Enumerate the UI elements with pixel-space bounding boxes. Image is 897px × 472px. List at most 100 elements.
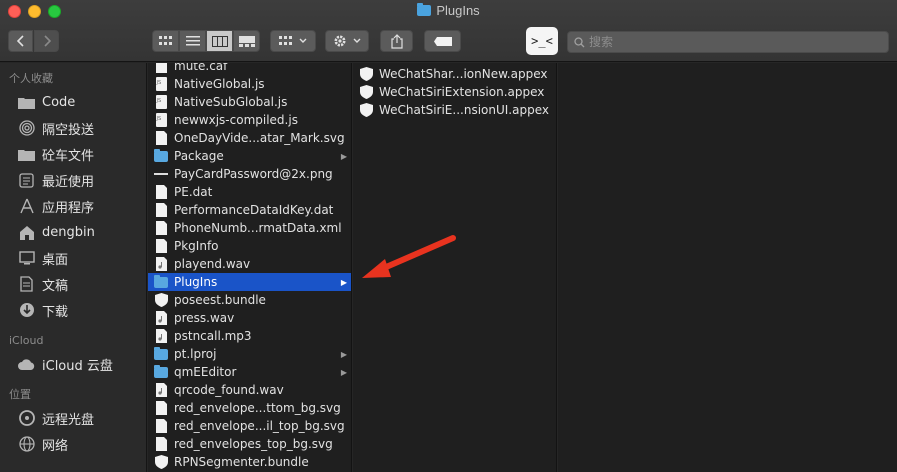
sidebar-item-label: 隔空投送 xyxy=(42,122,95,138)
sidebar-item-applications[interactable]: 应用程序 xyxy=(0,193,146,219)
columns-icon xyxy=(211,35,228,47)
group-by-button[interactable] xyxy=(270,30,316,52)
sidebar-section-title: 位置 xyxy=(9,388,31,401)
audio-file-icon xyxy=(154,329,168,344)
file-row[interactable]: Package ▶ xyxy=(148,147,351,165)
sidebar-item-documents[interactable]: 文稿 xyxy=(0,271,146,297)
terminal-label: >_< xyxy=(531,34,553,48)
search-input[interactable] xyxy=(589,35,869,49)
file-name: newwxjs-compiled.js xyxy=(174,113,298,127)
disclosure-arrow-icon: ▶ xyxy=(340,349,347,359)
documents-icon xyxy=(17,276,36,292)
sidebar: 个人收藏 Code 隔空投送 砼车文件 最近使用 应用程序 dengbin 桌面 xyxy=(0,63,147,472)
file-row[interactable]: playend.wav xyxy=(148,255,351,273)
disc-icon xyxy=(17,410,36,426)
grid-icon xyxy=(158,36,172,45)
sidebar-item-icloud-drive[interactable]: iCloud 云盘 xyxy=(0,351,146,377)
sidebar-item-downloads[interactable]: 下载 xyxy=(0,297,146,323)
window-title: PlugIns xyxy=(0,3,897,18)
file-row[interactable]: WeChatShar...ionNew.appex xyxy=(353,65,556,83)
forward-button[interactable] xyxy=(34,30,59,52)
file-row[interactable]: red_envelope...ttom_bg.svg xyxy=(148,399,351,417)
file-row[interactable]: red_envelopes_top_bg.svg xyxy=(148,435,351,453)
home-icon xyxy=(17,224,36,240)
file-row[interactable]: PerformanceDataIdKey.dat xyxy=(148,201,351,219)
sidebar-item-recents[interactable]: 最近使用 xyxy=(0,167,146,193)
bundle-icon xyxy=(154,455,168,470)
file-row[interactable]: poseest.bundle xyxy=(148,291,351,309)
file-name: mute.caf xyxy=(174,63,228,73)
gallery-view-button[interactable] xyxy=(233,30,260,52)
file-row[interactable]: PE.dat xyxy=(148,183,351,201)
document-icon xyxy=(154,239,168,254)
file-row[interactable]: pt.lproj ▶ xyxy=(148,345,351,363)
file-row[interactable]: red_envelope...il_top_bg.svg xyxy=(148,417,351,435)
file-row[interactable]: PlugIns ▶ xyxy=(148,273,351,291)
file-name: PhoneNumb...rmatData.xml xyxy=(174,221,342,235)
file-row[interactable]: PkgInfo xyxy=(148,237,351,255)
folder-icon xyxy=(154,274,168,290)
sidebar-item-home[interactable]: dengbin xyxy=(0,219,146,245)
folder-icon xyxy=(154,364,168,380)
file-row[interactable]: NativeSubGlobal.js xyxy=(148,93,351,111)
file-row[interactable]: newwxjs-compiled.js xyxy=(148,111,351,129)
file-row[interactable]: PhoneNumb...rmatData.xml xyxy=(148,219,351,237)
chevron-down-icon xyxy=(299,38,307,43)
file-row[interactable]: press.wav xyxy=(148,309,351,327)
file-list: mute.caf NativeGlobal.js NativeSubGlobal.j… xyxy=(148,63,351,471)
file-row[interactable]: PayCardPassword@2x.png xyxy=(148,165,351,183)
sidebar-item-desktop[interactable]: 桌面 xyxy=(0,245,146,271)
search-field[interactable] xyxy=(567,31,889,53)
annotation-arrow-icon xyxy=(362,235,456,278)
folder-icon xyxy=(17,94,36,110)
file-row[interactable]: WeChatSiriE...nsionUI.appex xyxy=(353,101,556,119)
file-name: PE.dat xyxy=(174,185,213,199)
file-name: RPNSegmenter.bundle xyxy=(174,455,309,469)
tags-button[interactable] xyxy=(424,30,461,52)
chevron-right-icon xyxy=(43,35,51,47)
file-row[interactable]: mute.caf xyxy=(148,63,351,75)
sidebar-item-label: iCloud 云盘 xyxy=(42,358,113,374)
file-row[interactable]: qmEEditor ▶ xyxy=(148,363,351,381)
sidebar-section-title: iCloud xyxy=(9,334,44,347)
file-name: Package xyxy=(174,149,224,163)
document-icon xyxy=(154,401,168,416)
group-icon xyxy=(279,36,292,45)
file-row[interactable]: WeChatSiriExtension.appex xyxy=(353,83,556,101)
sidebar-item-label: 网络 xyxy=(42,438,69,454)
file-row[interactable]: NativeGlobal.js xyxy=(148,75,351,93)
folder-icon xyxy=(417,3,432,16)
file-row[interactable]: OneDayVide...atar_Mark.svg xyxy=(148,129,351,147)
file-row[interactable]: qrcode_found.wav xyxy=(148,381,351,399)
javascript-file-icon xyxy=(154,77,168,92)
sidebar-item-label: 远程光盘 xyxy=(42,412,95,428)
javascript-file-icon xyxy=(154,95,168,110)
sidebar-item-network[interactable]: 网络 xyxy=(0,431,146,457)
list-view-button[interactable] xyxy=(179,30,206,52)
column-view-button[interactable] xyxy=(206,30,233,52)
sidebar-item-remote-disc[interactable]: 远程光盘 xyxy=(0,405,146,431)
file-list: WeChatShar...ionNew.appex WeChatSiriExten… xyxy=(353,65,556,119)
file-name: WeChatShar...ionNew.appex xyxy=(379,67,548,81)
file-row[interactable]: RPNSegmenter.bundle xyxy=(148,453,351,471)
file-name: press.wav xyxy=(174,311,235,325)
file-name: red_envelope...il_top_bg.svg xyxy=(174,419,345,433)
file-column-3[interactable] xyxy=(558,63,897,472)
bundle-icon xyxy=(359,85,373,100)
sidebar-item-code[interactable]: Code xyxy=(0,89,146,115)
sidebar-item-files[interactable]: 砼车文件 xyxy=(0,141,146,167)
terminal-button[interactable]: >_< xyxy=(526,27,558,55)
sidebar-item-label: 最近使用 xyxy=(42,174,95,190)
file-name: WeChatSiriExtension.appex xyxy=(379,85,545,99)
sidebar-item-label: 应用程序 xyxy=(42,200,95,216)
disclosure-arrow-icon: ▶ xyxy=(340,277,347,287)
file-name: PlugIns xyxy=(174,275,218,289)
file-row[interactable]: pstncall.mp3 xyxy=(148,327,351,345)
back-button[interactable] xyxy=(8,30,33,52)
icon-view-button[interactable] xyxy=(152,30,179,52)
sidebar-item-label: 下载 xyxy=(42,304,69,320)
action-menu-button[interactable] xyxy=(325,30,369,52)
share-button[interactable] xyxy=(380,30,413,52)
file-column-1[interactable]: mute.caf NativeGlobal.js NativeSubGlobal.j… xyxy=(148,63,352,472)
sidebar-item-airdrop[interactable]: 隔空投送 xyxy=(0,115,146,141)
